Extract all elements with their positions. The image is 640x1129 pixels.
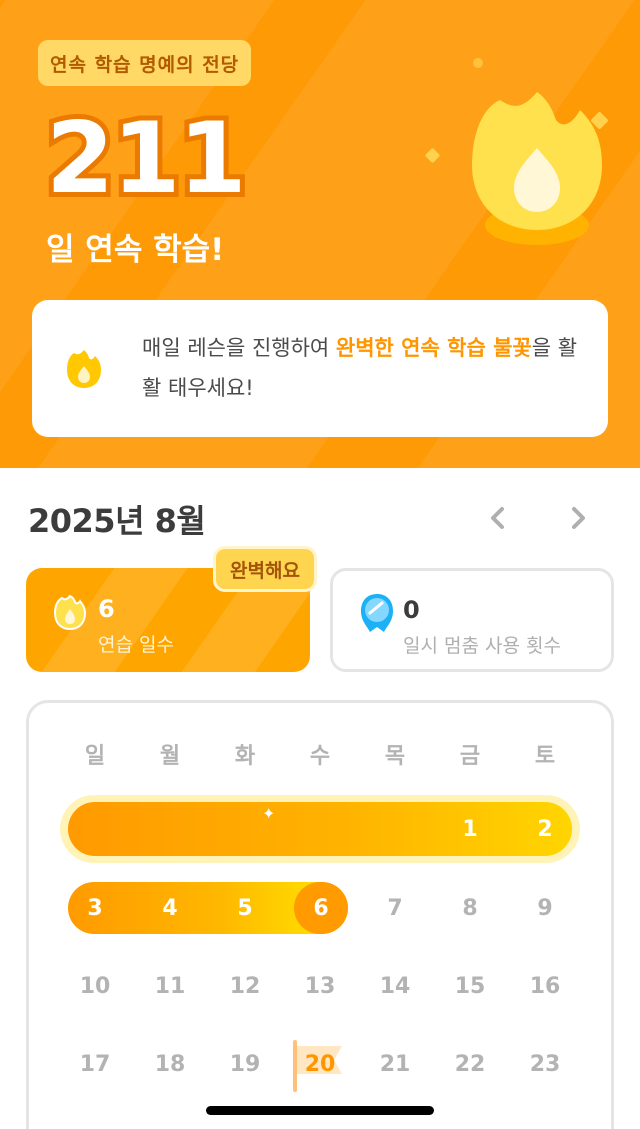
- calendar-day[interactable]: 15: [440, 974, 500, 999]
- calendar-day-goal[interactable]: 20: [290, 1052, 350, 1077]
- hall-of-fame-badge[interactable]: 연속 학습 명예의 전당: [38, 40, 252, 86]
- flame-icon: [53, 594, 87, 631]
- streak-freeze-card[interactable]: 0 일시 멈춤 사용 횟수: [330, 568, 614, 672]
- streak-count: 211: [41, 97, 252, 221]
- calendar-day[interactable]: 14: [365, 974, 425, 999]
- decor-dot: [473, 58, 483, 68]
- tip-prefix: 매일 레슨을 진행하여: [142, 336, 336, 360]
- weekday-label: 월: [159, 744, 181, 769]
- weekday-label: 수: [309, 744, 331, 769]
- chevron-left-icon: [491, 507, 504, 529]
- freeze-count-label: 일시 멈춤 사용 횟수: [403, 635, 561, 657]
- calendar-day[interactable]: 2: [515, 817, 575, 842]
- weekday-label: 목: [384, 744, 406, 769]
- calendar-day-today[interactable]: 6: [291, 896, 351, 921]
- calendar-day[interactable]: 7: [365, 896, 425, 921]
- calendar-day[interactable]: 1: [440, 817, 500, 842]
- flame-icon: [472, 92, 602, 245]
- tip-highlight: 완벽한 연속 학습 불꽃: [335, 336, 532, 360]
- sparkle-icon: ✦: [262, 804, 276, 823]
- calendar-day[interactable]: 19: [215, 1052, 275, 1077]
- weekday-label: 금: [459, 744, 481, 769]
- month-title: 2025년 8월: [28, 502, 206, 540]
- calendar-day[interactable]: 13: [290, 974, 350, 999]
- calendar-day[interactable]: 5: [215, 896, 275, 921]
- calendar-day[interactable]: 11: [140, 974, 200, 999]
- calendar-day[interactable]: 23: [515, 1052, 575, 1077]
- calendar-day[interactable]: 16: [515, 974, 575, 999]
- chevron-right-icon: [572, 507, 585, 529]
- practice-days-value: 6: [98, 595, 115, 623]
- calendar-day[interactable]: 18: [140, 1052, 200, 1077]
- practice-days-label: 연습 일수: [98, 634, 174, 656]
- flame-icon: [67, 350, 101, 388]
- calendar-day[interactable]: 10: [65, 974, 125, 999]
- calendar-day[interactable]: 17: [65, 1052, 125, 1077]
- weekday-label: 토: [534, 744, 556, 769]
- previous-month-button[interactable]: [480, 500, 516, 536]
- tip-card: 매일 레슨을 진행하여 완벽한 연속 학습 불꽃을 활활 태우세요!: [32, 300, 608, 437]
- calendar-day[interactable]: 12: [215, 974, 275, 999]
- streak-freeze-icon: [361, 594, 393, 632]
- calendar-day[interactable]: 8: [440, 896, 500, 921]
- calendar-day[interactable]: 21: [365, 1052, 425, 1077]
- weekday-label: 일: [84, 744, 106, 769]
- calendar-day[interactable]: 3: [65, 896, 125, 921]
- perfect-badge: 완벽해요: [213, 546, 317, 592]
- weekday-label: 화: [234, 744, 256, 769]
- tip-text: 매일 레슨을 진행하여 완벽한 연속 학습 불꽃을 활활 태우세요!: [142, 328, 582, 408]
- streak-hero: 연속 학습 명예의 전당 211 일 연속 학습! 매일 레슨을 진행하여 완벽…: [0, 0, 640, 468]
- calendar-day[interactable]: 9: [515, 896, 575, 921]
- calendar-day[interactable]: 22: [440, 1052, 500, 1077]
- freeze-count-value: 0: [403, 596, 420, 624]
- home-indicator[interactable]: [206, 1106, 434, 1115]
- next-month-button[interactable]: [560, 500, 596, 536]
- calendar-day[interactable]: 4: [140, 896, 200, 921]
- streak-label: 일 연속 학습!: [46, 232, 225, 268]
